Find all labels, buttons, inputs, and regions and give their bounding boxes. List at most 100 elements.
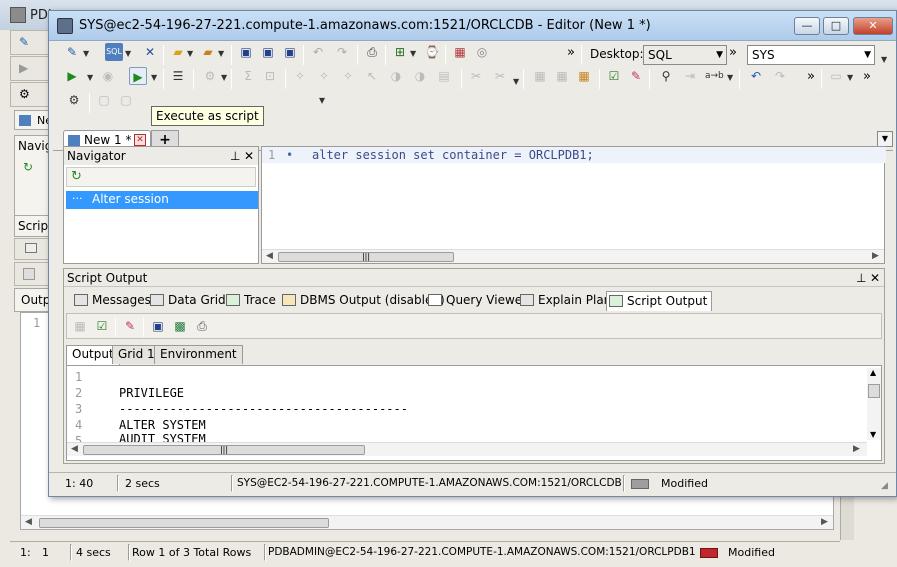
clear-output-icon[interactable]: ▦ xyxy=(71,317,89,335)
sql-worksheet-icon[interactable]: SQL xyxy=(105,43,123,61)
tab-list-dropdown[interactable]: ▼ xyxy=(877,131,893,147)
background-hscrollbar[interactable]: ◀ ▶ xyxy=(21,515,833,529)
messages-icon[interactable] xyxy=(25,243,37,253)
minimize-button[interactable]: — xyxy=(794,17,820,35)
pointer-icon[interactable]: ↖ xyxy=(363,67,381,85)
tune-icon[interactable]: Σ xyxy=(239,67,257,85)
check-list-icon[interactable]: ☑ xyxy=(93,317,111,335)
explain-icon[interactable]: ◎ xyxy=(473,43,491,61)
gear-icon[interactable]: ⚙ xyxy=(19,87,30,101)
window-icon[interactable]: ▭ xyxy=(827,67,845,85)
profile-icon[interactable]: ▤ xyxy=(435,67,453,85)
background-tab[interactable]: Ne xyxy=(14,110,52,130)
script-output-text[interactable]: 1 2 PRIVILEGE 3 ------------------------… xyxy=(66,365,882,461)
maximize-button[interactable]: □ xyxy=(823,17,849,35)
bind-icon[interactable]: ⊡ xyxy=(261,67,279,85)
report-icon[interactable]: ▦ xyxy=(451,43,469,61)
explain-plan-icon[interactable]: ☰ xyxy=(169,67,187,85)
refresh-icon[interactable]: ↻ xyxy=(71,169,82,184)
tab-script-output[interactable]: Script Output xyxy=(606,291,713,311)
scroll-left-arrow-icon[interactable]: ◀ xyxy=(25,517,32,527)
chevron-down-icon[interactable]: ▼ xyxy=(125,49,131,58)
chevron-down-icon[interactable]: ▼ xyxy=(513,77,519,86)
tab-explain-plan[interactable]: Explain Plan xyxy=(518,291,611,311)
redo-icon[interactable]: ↷ xyxy=(333,43,351,61)
execute-script-icon[interactable]: ▶ xyxy=(129,67,147,85)
open-recent-icon[interactable]: ▰ xyxy=(199,43,217,61)
redo-icon[interactable]: ↷ xyxy=(771,67,789,85)
erase-icon[interactable]: ✎ xyxy=(121,317,139,335)
commit-icon[interactable]: ◉ xyxy=(99,67,117,85)
editor-hscrollbar[interactable]: ◀ ||| ▶ xyxy=(262,249,884,263)
find-icon[interactable]: ⚲ xyxy=(657,67,675,85)
chevron-down-icon[interactable]: ▼ xyxy=(87,73,93,82)
connect-icon[interactable]: ✎ xyxy=(63,43,81,61)
print-icon[interactable]: ⎙ xyxy=(193,317,211,335)
watch-icon[interactable]: ◑ xyxy=(387,67,405,85)
unshared-sql-icon[interactable]: ⊞ xyxy=(391,43,409,61)
scroll-right-arrow-icon[interactable]: ▶ xyxy=(872,251,879,261)
chevron-down-icon[interactable]: ▼ xyxy=(221,73,227,82)
tab-messages[interactable]: Messages xyxy=(72,291,151,311)
sql-editor[interactable]: 1 • alter session set container = ORCLPD… xyxy=(261,146,886,264)
resize-grip-icon[interactable]: ◢ xyxy=(881,481,888,491)
scroll-up-arrow-icon[interactable]: ▲ xyxy=(870,368,876,377)
check-list-icon[interactable]: ☑ xyxy=(605,67,623,85)
case-icon[interactable]: a→b xyxy=(705,67,724,85)
tab-query-viewer[interactable]: Query Viewer xyxy=(426,291,527,311)
close-tab-icon[interactable]: ✕ xyxy=(134,134,146,146)
new-item-icon[interactable]: ▢ xyxy=(95,91,113,109)
sql-history-icon[interactable]: ⌚ xyxy=(423,43,441,61)
chevron-down-icon[interactable]: ▼ xyxy=(218,49,224,58)
tab-trace[interactable]: Trace xyxy=(224,291,276,311)
output-vscrollbar[interactable]: ▲ ▼ xyxy=(867,368,881,440)
chevron-down-icon[interactable]: ▼ xyxy=(410,49,416,58)
scroll-right-arrow-icon[interactable]: ▶ xyxy=(853,444,860,454)
output-vscroll-thumb[interactable] xyxy=(868,384,880,398)
autotrace-icon[interactable]: ⚙ xyxy=(201,67,219,85)
copy-icon[interactable]: ▢ xyxy=(117,91,135,109)
pin-icon[interactable]: ⊥ xyxy=(230,147,240,165)
break-icon[interactable]: ◑ xyxy=(411,67,429,85)
undo-icon[interactable]: ↶ xyxy=(309,43,327,61)
pin-icon[interactable]: ⊥ xyxy=(856,269,866,287)
clear-icon[interactable]: ▦ xyxy=(575,67,593,85)
chevron-down-icon[interactable]: ▼ xyxy=(727,73,733,82)
background-hscroll-thumb[interactable] xyxy=(39,518,329,528)
subtab-environment[interactable]: Environment xyxy=(154,345,243,364)
to-upper-icon[interactable]: ▦ xyxy=(531,67,549,85)
save-as-icon[interactable]: ▣ xyxy=(259,43,277,61)
scroll-down-arrow-icon[interactable]: ▼ xyxy=(870,430,876,439)
connect-icon[interactable]: ✎ xyxy=(19,35,29,49)
save-all-icon[interactable]: ▣ xyxy=(281,43,299,61)
close-button[interactable]: ✕ xyxy=(853,17,893,35)
disconnect-icon[interactable]: ✕ xyxy=(141,43,159,61)
toolbar-overflow-button[interactable]: » xyxy=(567,45,575,60)
editor-hscroll-thumb[interactable]: ||| xyxy=(278,252,454,262)
run-statement-icon[interactable]: ▶ xyxy=(63,67,81,85)
step-over-icon[interactable]: ✧ xyxy=(339,67,357,85)
output-hscrollbar[interactable]: ◀ ||| ▶ xyxy=(67,442,867,456)
background-output-tab[interactable]: Outpu xyxy=(14,288,58,312)
excel-export-icon[interactable]: ▩ xyxy=(171,317,189,335)
connection-select[interactable]: SYS ▼ xyxy=(747,45,875,65)
erase-icon[interactable]: ✎ xyxy=(627,67,645,85)
toolbar-overflow-button[interactable]: » xyxy=(863,69,871,84)
chevron-down-icon[interactable]: ▼ xyxy=(151,73,157,82)
close-icon[interactable]: ✕ xyxy=(870,269,880,287)
output-hscroll-thumb[interactable]: ||| xyxy=(83,445,365,455)
step-icon[interactable]: ✧ xyxy=(315,67,333,85)
chevron-down-icon[interactable]: ▼ xyxy=(847,73,853,82)
save-icon[interactable]: ▣ xyxy=(149,317,167,335)
format-icon[interactable]: ✂ xyxy=(467,67,485,85)
chevron-down-icon[interactable]: ▼ xyxy=(83,49,89,58)
chevron-down-icon[interactable]: ▼ xyxy=(881,55,887,64)
save-icon[interactable]: ▣ xyxy=(237,43,255,61)
scroll-left-arrow-icon[interactable]: ◀ xyxy=(71,444,78,454)
gear-icon[interactable]: ⚙ xyxy=(65,91,83,109)
chevron-down-icon[interactable]: ▼ xyxy=(187,49,193,58)
format-menu-icon[interactable]: ✂ xyxy=(491,67,509,85)
toolbar-overflow-button[interactable]: » xyxy=(729,45,737,60)
tab-dbms-output[interactable]: DBMS Output (disabled) xyxy=(280,291,445,311)
refresh-icon[interactable]: ↻ xyxy=(23,160,33,174)
